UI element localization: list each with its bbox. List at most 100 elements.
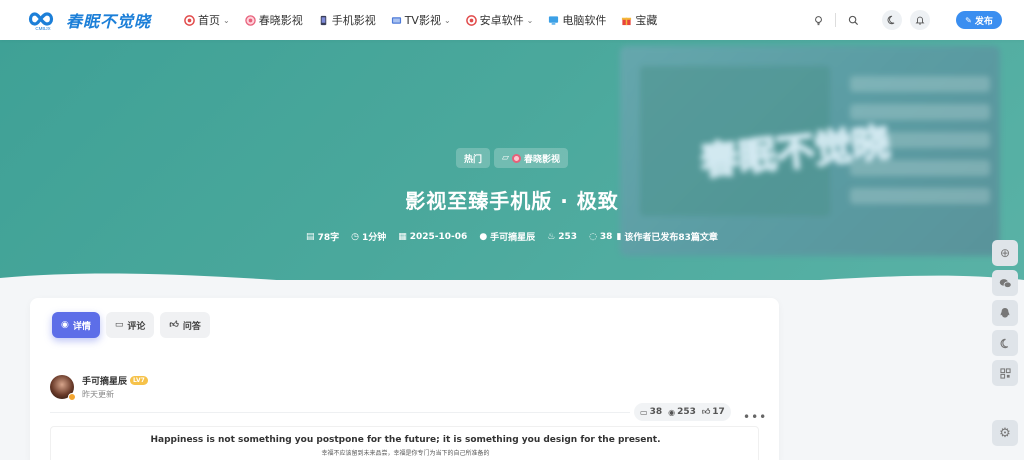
monitor-icon — [549, 15, 559, 25]
theme-toggle-button[interactable] — [992, 330, 1018, 356]
nav-item-mobile[interactable]: 手机影视 — [318, 12, 376, 28]
header-divider — [835, 13, 836, 27]
moon-icon — [1000, 338, 1008, 348]
nav-item-treasure[interactable]: 宝藏 — [621, 12, 657, 28]
tab-qa[interactable]: 👍︎ 问答 — [160, 312, 210, 338]
comment-icon: ▭ — [114, 320, 124, 330]
clock-icon: ◷ — [351, 231, 359, 242]
quote-english: Happiness is not something you postpone … — [150, 435, 661, 445]
meta-date: ▦ 2025-10-06 — [398, 231, 468, 242]
nav-item-android[interactable]: 安卓软件 ⌄ — [465, 12, 534, 28]
notification-button[interactable] — [910, 10, 930, 30]
nav-label: TV影视 — [404, 14, 441, 27]
chevron-down-icon: ⌄ — [443, 15, 451, 25]
nav-item-pc[interactable]: 电脑软件 — [548, 12, 606, 28]
tab-comments[interactable]: ▭ 评论 — [105, 312, 155, 338]
search-icon[interactable] — [844, 11, 862, 29]
meta-views: ♨ 253 — [547, 231, 578, 242]
plus-circle-icon: ⊕ — [999, 246, 1011, 260]
quote-block: Happiness is not something you postpone … — [50, 426, 759, 460]
post-title: 影视至臻手机版 · 极致 — [405, 189, 619, 213]
meta-posts: ▮ 该作者已发布83篇文章 — [616, 231, 718, 244]
moon-icon — [887, 15, 895, 25]
target-icon — [184, 14, 195, 26]
author-name[interactable]: 手可摘星辰 LV7 — [82, 374, 148, 387]
folder-icon: ▱ — [502, 153, 509, 163]
tag-label: 春晓影视 — [523, 154, 560, 165]
nav-label: 电脑软件 — [562, 14, 607, 27]
stat-comments[interactable]: ▭ 38 — [640, 407, 662, 417]
meta-author[interactable]: ● 手可摘星辰 — [479, 230, 535, 244]
meta-comments: ◌ 38 — [589, 231, 613, 242]
post-banner: 春眠不觉晓 热门 ▱ 春晓影视 影视至臻手机版 · 极致 ▤ 78字 ◷ 1分钟 ▦… — [0, 40, 1024, 280]
header-actions: ✎ 发布 — [809, 0, 1002, 40]
svg-text:CMBJX: CMBJX — [35, 26, 50, 31]
banner-wave — [0, 273, 1024, 280]
tab-label: 问答 — [182, 321, 201, 332]
settings-button[interactable]: ⚙ — [992, 420, 1018, 446]
target-icon — [465, 14, 477, 26]
author-info: 手可摘星辰 LV7 昨天更新 — [82, 374, 148, 400]
post-stats: ▭ 38 ◉ 253 👍︎ 17 — [634, 403, 731, 421]
fire-icon: ♨ — [547, 231, 556, 242]
quote-chinese: 幸福不应该留到未来品尝，幸福是你专门为当下的自己所准备的 — [321, 450, 490, 457]
wechat-button[interactable] — [992, 270, 1018, 296]
nav-label: 春晓影视 — [258, 14, 303, 27]
publish-label: 发布 — [974, 16, 993, 27]
tab-label: 详情 — [72, 321, 91, 332]
tv-icon — [391, 16, 401, 24]
user-icon: ● — [479, 231, 488, 242]
tag-hot[interactable]: 热门 — [456, 148, 491, 168]
lightbulb-icon[interactable] — [809, 11, 827, 29]
wechat-icon — [999, 278, 1012, 288]
nav-item-tv[interactable]: TV影视 ⌄ — [391, 12, 451, 28]
chevron-down-icon: ⌄ — [526, 15, 534, 25]
add-circle-button[interactable]: ⊕ — [992, 240, 1018, 266]
post-card: ◉ 详情 ▭ 评论 👍︎ 问答 手可摘星辰 LV7 昨天更新 ▭ 38 ◉ 253 … — [30, 298, 779, 460]
verified-badge — [68, 393, 76, 401]
phone-icon — [320, 15, 326, 25]
thumbs-up-icon: 👍︎ — [169, 320, 179, 330]
tag-category[interactable]: ▱ 春晓影视 — [494, 148, 568, 168]
qrcode-icon — [999, 367, 1011, 379]
candy-icon — [511, 153, 521, 163]
dark-mode-toggle[interactable] — [882, 10, 902, 30]
author-block: 手可摘星辰 LV7 昨天更新 — [50, 374, 148, 401]
tag-label: 热门 — [464, 154, 483, 165]
floating-toolbar: ⊕ ⚙ — [992, 240, 1018, 446]
candy-icon — [244, 14, 256, 26]
level-badge: LV7 — [130, 376, 148, 385]
bell-icon — [915, 16, 925, 25]
avatar[interactable] — [50, 375, 76, 401]
tab-label: 评论 — [127, 321, 146, 332]
main-nav: 首页 ⌄ 春晓影视 手机影视 TV影视 ⌄ 安卓软件 ⌄ 电脑软件 宝藏 — [184, 0, 672, 40]
tab-details[interactable]: ◉ 详情 — [52, 312, 100, 338]
thumbs-up-icon: 👍︎ — [701, 407, 711, 416]
nav-label: 宝藏 — [635, 14, 658, 27]
stat-views: ◉ 253 — [668, 407, 696, 417]
calendar-icon: ▦ — [398, 231, 407, 242]
top-header: CMBJX 春眠不觉晓 首页 ⌄ 春晓影视 手机影视 TV影视 ⌄ 安卓软件 ⌄ — [0, 0, 1024, 40]
post-tabs: ◉ 详情 ▭ 评论 👍︎ 问答 — [52, 312, 216, 338]
stat-likes[interactable]: 👍︎ 17 — [702, 407, 725, 417]
document-icon: ▤ — [306, 231, 315, 242]
banner-tags: 热门 ▱ 春晓影视 — [0, 148, 1024, 168]
update-time: 昨天更新 — [82, 390, 114, 399]
infinity-logo-icon: CMBJX — [28, 12, 54, 31]
gift-icon — [622, 17, 632, 25]
comment-icon: ◌ — [589, 231, 597, 242]
more-options-icon[interactable]: ••• — [743, 410, 767, 424]
meta-words: ▤ 78字 — [306, 231, 340, 244]
nav-item-home[interactable]: 首页 ⌄ — [184, 12, 230, 28]
pencil-icon: ✎ — [965, 15, 972, 25]
publish-button[interactable]: ✎ 发布 — [956, 11, 1002, 29]
gear-icon: ⚙ — [999, 425, 1011, 441]
site-logo[interactable]: CMBJX 春眠不觉晓 — [26, 8, 151, 32]
bookmark-icon: ▮ — [616, 231, 622, 242]
qrcode-button[interactable] — [992, 360, 1018, 386]
qq-button[interactable] — [992, 300, 1018, 326]
chevron-down-icon: ⌄ — [223, 15, 230, 25]
nav-label: 首页 — [198, 14, 220, 27]
eye-icon: ◉ — [668, 407, 676, 417]
nav-item-chunxiao[interactable]: 春晓影视 — [244, 12, 303, 28]
